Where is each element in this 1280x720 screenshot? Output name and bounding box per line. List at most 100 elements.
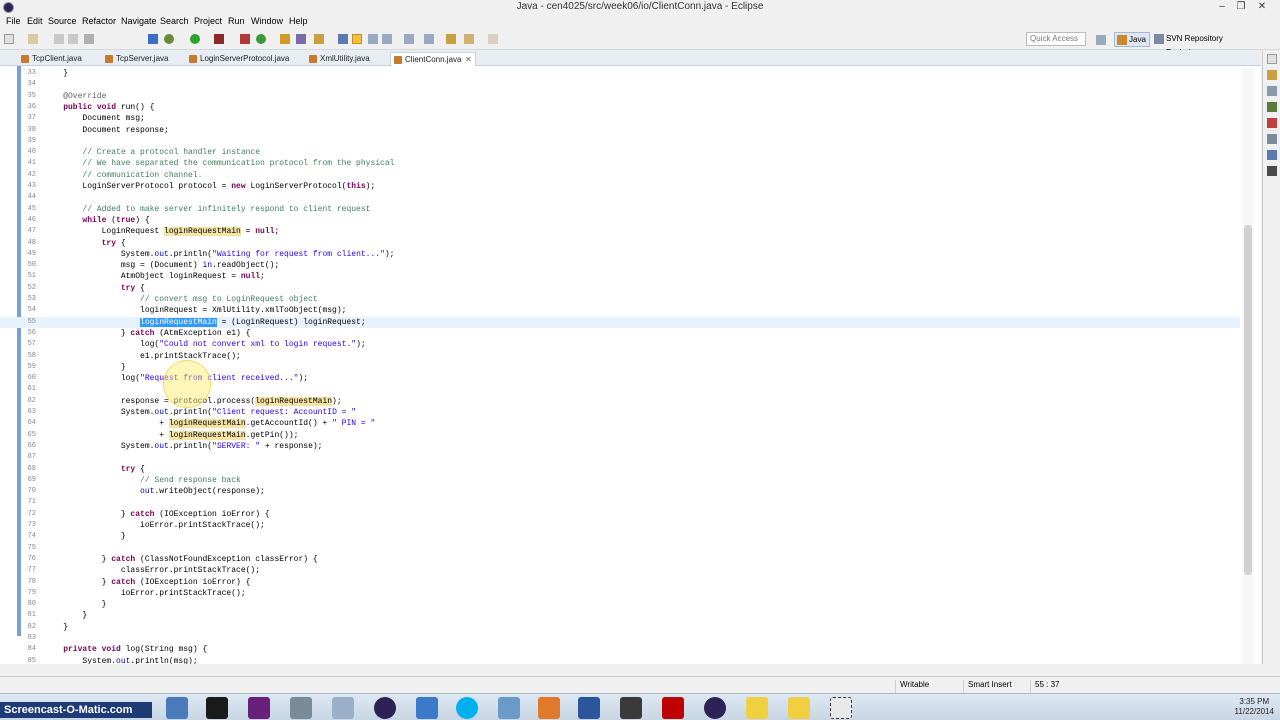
menu-source[interactable]: Source bbox=[48, 16, 77, 26]
pen-icon[interactable] bbox=[314, 34, 324, 44]
code-line[interactable]: 41 // We have separated the communicatio… bbox=[0, 158, 1240, 169]
tab-xmlutility[interactable]: XmlUtility.java bbox=[306, 52, 390, 66]
code-line[interactable]: 77 classError.printStackTrace(); bbox=[0, 565, 1240, 576]
code-line[interactable]: 35 @Override bbox=[0, 91, 1240, 102]
menu-search[interactable]: Search bbox=[160, 16, 189, 26]
menu-file[interactable]: File bbox=[6, 16, 21, 26]
tab-loginserverprotocol[interactable]: LoginServerProtocol.java bbox=[186, 52, 306, 66]
taskbar-java-icon[interactable] bbox=[538, 697, 560, 719]
code-line[interactable]: 78 } catch (IOException ioError) { bbox=[0, 577, 1240, 588]
code-text[interactable]: private void log(String msg) { bbox=[44, 644, 207, 655]
code-line[interactable]: 81 } bbox=[0, 610, 1240, 621]
code-line[interactable]: 47 LoginRequest loginRequestMain = null; bbox=[0, 226, 1240, 237]
code-text[interactable]: try { bbox=[44, 283, 145, 294]
menu-edit[interactable]: Edit bbox=[27, 16, 43, 26]
code-line[interactable]: 67 bbox=[0, 452, 1240, 463]
console-icon[interactable] bbox=[1267, 166, 1277, 176]
taskbar-snipping-icon[interactable] bbox=[830, 697, 852, 719]
code-text[interactable]: } bbox=[44, 68, 68, 79]
code-line[interactable]: 65 + loginRequestMain.getPin()); bbox=[0, 430, 1240, 441]
code-text[interactable]: + loginRequestMain.getAccountId() + " PI… bbox=[44, 418, 375, 429]
open-icon[interactable] bbox=[28, 34, 38, 44]
code-text[interactable]: } catch (ClassNotFoundException classErr… bbox=[44, 554, 318, 565]
code-line[interactable]: 43 LoginServerProtocol protocol = new Lo… bbox=[0, 181, 1240, 192]
tab-tcpserver[interactable]: TcpServer.java bbox=[102, 52, 186, 66]
toggle-breadcrumb-icon[interactable] bbox=[338, 34, 348, 44]
code-line[interactable]: 83 bbox=[0, 633, 1240, 644]
code-text[interactable]: // We have separated the communication p… bbox=[44, 158, 394, 169]
code-text[interactable]: System.out.println("SERVER: " + response… bbox=[44, 441, 323, 452]
problems-icon[interactable] bbox=[1267, 118, 1277, 128]
taskbar-eclipse-icon[interactable] bbox=[374, 697, 396, 719]
mark-occurrences-icon[interactable] bbox=[352, 34, 362, 44]
perspective-svn[interactable]: SVN Repository Exploring bbox=[1152, 32, 1256, 57]
code-text[interactable]: // Create a protocol handler instance bbox=[44, 147, 260, 158]
code-text[interactable]: // convert msg to LoginRequest object bbox=[44, 294, 318, 305]
editor-vertical-scrollbar[interactable] bbox=[1242, 68, 1254, 664]
code-line[interactable]: 84 private void log(String msg) { bbox=[0, 644, 1240, 655]
perspective-java[interactable]: Java bbox=[1114, 32, 1150, 47]
code-text[interactable]: classError.printStackTrace(); bbox=[44, 565, 260, 576]
code-text[interactable]: } catch (IOException ioError) { bbox=[44, 509, 270, 520]
menu-run[interactable]: Run bbox=[228, 16, 245, 26]
code-text[interactable]: while (true) { bbox=[44, 215, 149, 226]
code-line[interactable]: 76 } catch (ClassNotFoundException class… bbox=[0, 554, 1240, 565]
code-text[interactable]: // Send response back bbox=[44, 475, 241, 486]
print-icon[interactable] bbox=[84, 34, 94, 44]
code-line[interactable]: 40 // Create a protocol handler instance bbox=[0, 147, 1240, 158]
previous-annotation-icon[interactable] bbox=[424, 34, 434, 44]
code-text[interactable]: public void run() { bbox=[44, 102, 154, 113]
code-text[interactable]: LoginRequest loginRequestMain = null; bbox=[44, 226, 279, 237]
code-line[interactable]: 56 } catch (AtmException e1) { bbox=[0, 328, 1240, 339]
last-edit-location-icon[interactable] bbox=[446, 34, 456, 44]
new-java-project-icon[interactable] bbox=[240, 34, 250, 44]
code-line[interactable]: 69 // Send response back bbox=[0, 475, 1240, 486]
menu-help[interactable]: Help bbox=[289, 16, 308, 26]
new-class-icon[interactable] bbox=[256, 34, 266, 44]
code-line[interactable]: 39 bbox=[0, 136, 1240, 147]
code-text[interactable]: try { bbox=[44, 238, 126, 249]
taskbar-eclipse-2-icon[interactable] bbox=[704, 697, 726, 719]
menu-project[interactable]: Project bbox=[194, 16, 222, 26]
declaration-icon[interactable] bbox=[1267, 150, 1277, 160]
code-text[interactable]: } catch (IOException ioError) { bbox=[44, 577, 251, 588]
taskbar-help-icon[interactable] bbox=[746, 697, 768, 719]
type-hierarchy-icon[interactable] bbox=[1267, 86, 1277, 96]
code-line[interactable]: 37 Document msg; bbox=[0, 113, 1240, 124]
code-text[interactable]: try { bbox=[44, 464, 145, 475]
code-line[interactable]: 68 try { bbox=[0, 464, 1240, 475]
menu-window[interactable]: Window bbox=[251, 16, 283, 26]
code-line[interactable]: 66 System.out.println("SERVER: " + respo… bbox=[0, 441, 1240, 452]
close-tab-icon[interactable]: ✕ bbox=[465, 53, 472, 66]
code-text[interactable]: Document msg; bbox=[44, 113, 144, 124]
code-text[interactable]: System.out.println(msg); bbox=[44, 656, 197, 664]
taskbar-powershell-icon[interactable] bbox=[416, 697, 438, 719]
code-line[interactable]: 51 AtmObject loginRequest = null; bbox=[0, 271, 1240, 282]
taskbar-visual-studio-icon[interactable] bbox=[248, 697, 270, 719]
code-line[interactable]: 33 } bbox=[0, 68, 1240, 79]
back-icon[interactable] bbox=[464, 34, 474, 44]
javadoc-icon[interactable] bbox=[1267, 134, 1277, 144]
code-text[interactable]: loginRequestMain = (LoginRequest) loginR… bbox=[44, 317, 366, 328]
code-text[interactable]: } catch (AtmException e1) { bbox=[44, 328, 251, 339]
code-line[interactable]: 46 while (true) { bbox=[0, 215, 1240, 226]
code-text[interactable]: System.out.println("Waiting for request … bbox=[44, 249, 395, 260]
package-explorer-icon[interactable] bbox=[1267, 70, 1277, 80]
code-text[interactable]: out.writeObject(response); bbox=[44, 486, 265, 497]
code-line[interactable]: 57 log("Could not convert xml to login r… bbox=[0, 339, 1240, 350]
code-text[interactable]: System.out.println("Client request: Acco… bbox=[44, 407, 356, 418]
outline-icon[interactable] bbox=[1267, 102, 1277, 112]
taskbar-cmd-icon[interactable] bbox=[206, 697, 228, 719]
code-line[interactable]: 54 loginRequest = XmlUtility.xmlToObject… bbox=[0, 305, 1240, 316]
code-text[interactable]: } bbox=[44, 531, 126, 542]
code-text[interactable]: @Override bbox=[44, 91, 106, 102]
menu-refactor[interactable]: Refactor bbox=[82, 16, 116, 26]
code-text[interactable]: e1.printStackTrace(); bbox=[44, 351, 241, 362]
restore-icon[interactable] bbox=[1267, 54, 1277, 64]
taskbar-skype-icon[interactable] bbox=[456, 697, 478, 719]
code-text[interactable]: } bbox=[44, 362, 126, 373]
minimize-icon[interactable]: – bbox=[1212, 0, 1232, 14]
open-type-icon[interactable] bbox=[280, 34, 290, 44]
code-text[interactable]: Document response; bbox=[44, 125, 168, 136]
tab-clientconn[interactable]: ClientConn.java ✕ bbox=[390, 52, 476, 66]
